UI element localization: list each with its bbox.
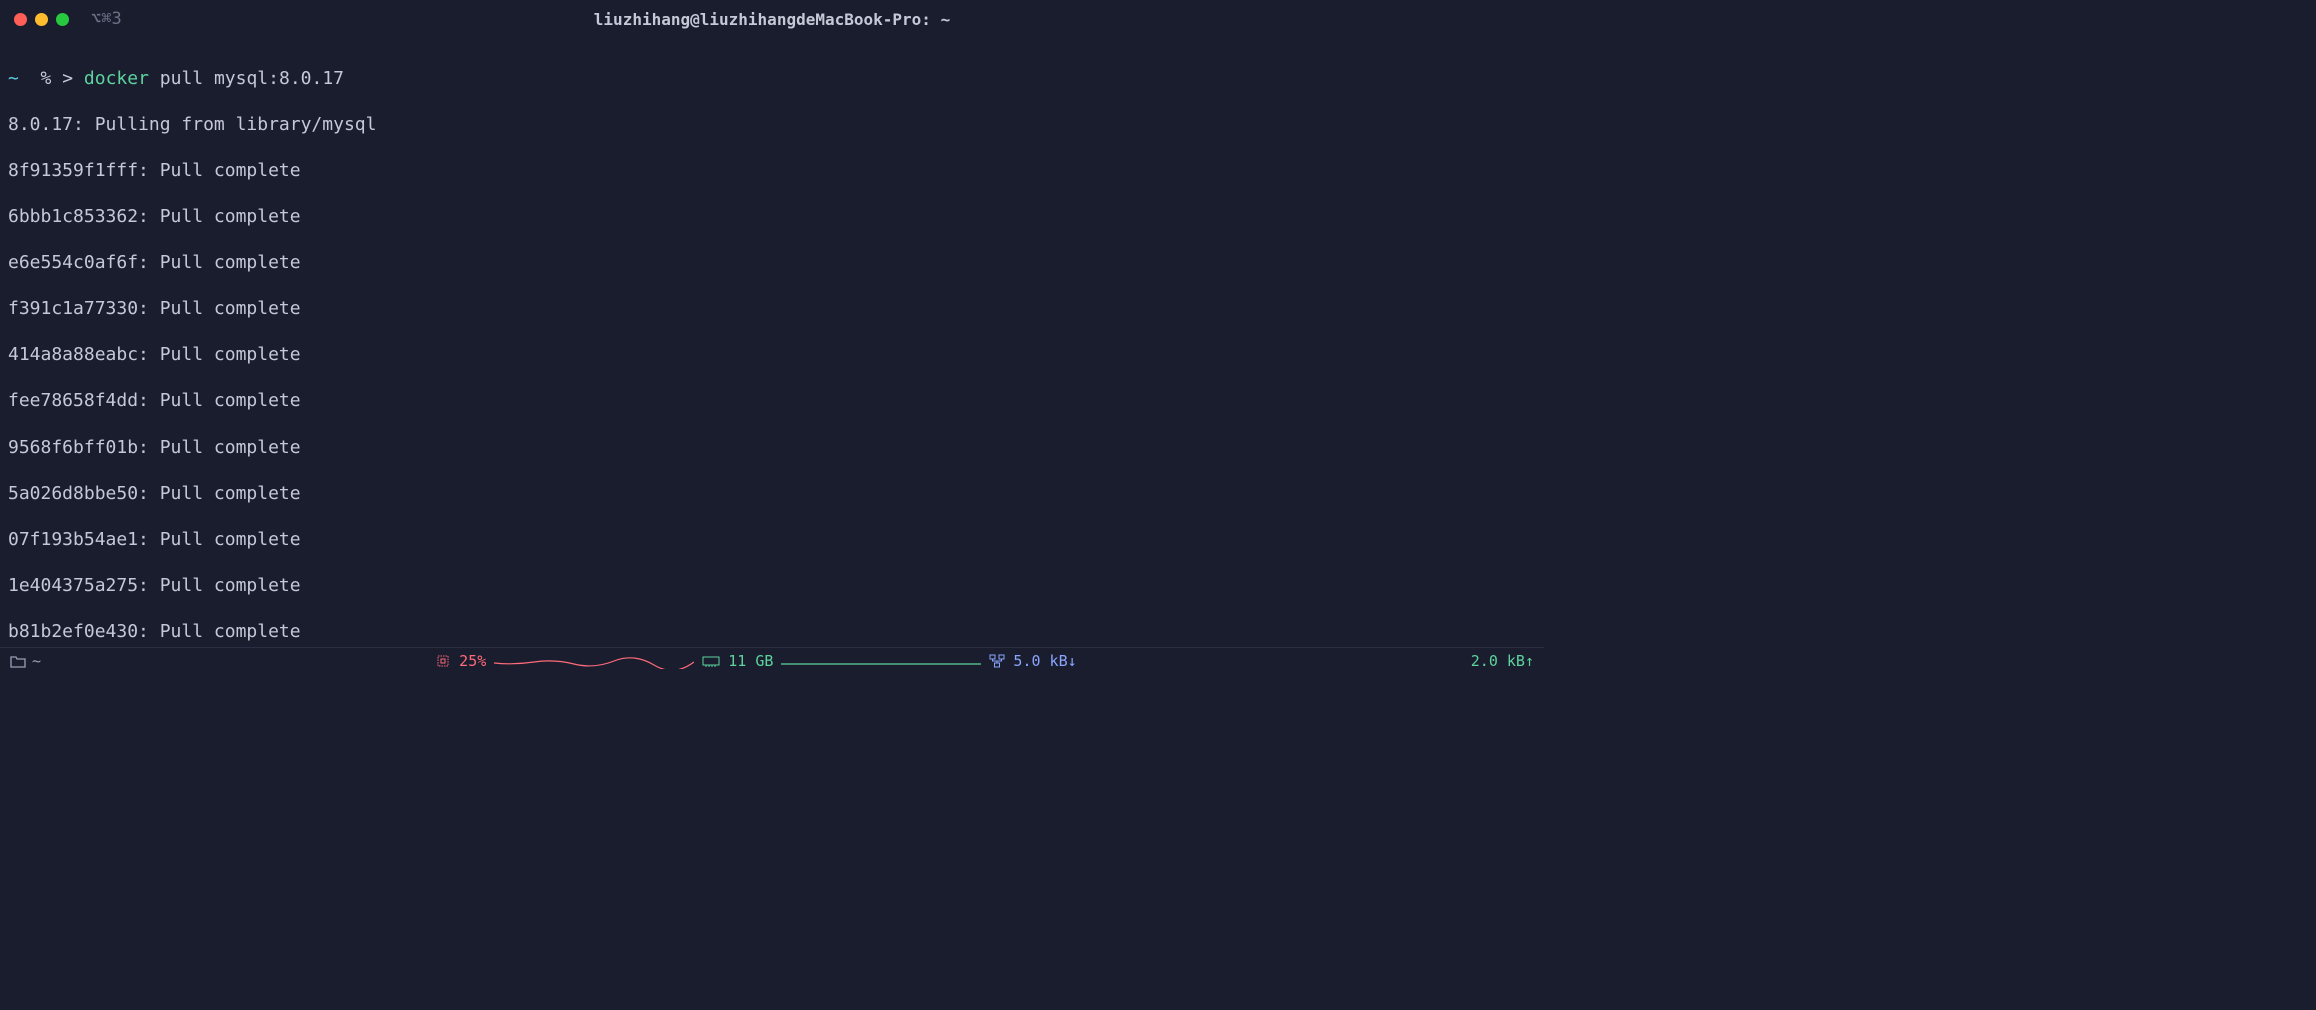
network-icon (989, 654, 1005, 668)
status-net-down: 5.0 kB↓ (1013, 652, 1076, 670)
memory-icon (702, 655, 720, 667)
output-line: e6e554c0af6f: Pull complete (8, 251, 1536, 274)
status-memory-value: 11 GB (728, 652, 773, 670)
status-cpu-value: 25% (459, 652, 486, 670)
cpu-sparkline (494, 653, 694, 669)
status-network-up: 2.0 kB↑ (1471, 652, 1534, 670)
close-button[interactable] (14, 13, 27, 26)
status-folder[interactable]: ~ (10, 652, 41, 670)
minimize-button[interactable] (35, 13, 48, 26)
status-folder-label: ~ (32, 652, 41, 670)
output-line: 8f91359f1fff: Pull complete (8, 159, 1536, 182)
command-docker: docker (84, 68, 149, 89)
status-network: 5.0 kB↓ (989, 652, 1076, 670)
output-line: 5a026d8bbe50: Pull complete (8, 482, 1536, 505)
window-title: liuzhihang@liuzhihangdeMacBook-Pro: ~ (594, 10, 950, 29)
folder-icon (10, 654, 26, 668)
cpu-icon (435, 653, 451, 669)
window-shortcut-indicator: ⌥⌘3 (91, 9, 122, 29)
status-cpu: 25% (435, 652, 694, 670)
maximize-button[interactable] (56, 13, 69, 26)
output-line: 07f193b54ae1: Pull complete (8, 528, 1536, 551)
prompt-line: ~ % > docker pull mysql:8.0.17 (8, 67, 1536, 90)
titlebar: ⌥⌘3 liuzhihang@liuzhihangdeMacBook-Pro: … (0, 0, 1544, 38)
output-line: b81b2ef0e430: Pull complete (8, 620, 1536, 643)
prompt-tilde: ~ (8, 68, 19, 89)
output-line: fee78658f4dd: Pull complete (8, 389, 1536, 412)
status-net-up: 2.0 kB↑ (1471, 652, 1534, 670)
output-line: 6bbb1c853362: Pull complete (8, 205, 1536, 228)
output-line: 1e404375a275: Pull complete (8, 574, 1536, 597)
terminal-output[interactable]: ~ % > docker pull mysql:8.0.17 8.0.17: P… (0, 38, 1544, 647)
memory-sparkline (781, 653, 981, 669)
command-args: pull mysql:8.0.17 (149, 68, 344, 89)
output-line: f391c1a77330: Pull complete (8, 297, 1536, 320)
output-line: 8.0.17: Pulling from library/mysql (8, 113, 1536, 136)
output-line: 9568f6bff01b: Pull complete (8, 436, 1536, 459)
output-line: 414a8a88eabc: Pull complete (8, 343, 1536, 366)
traffic-lights (14, 13, 69, 26)
status-memory: 11 GB (702, 652, 981, 670)
prompt-gt: > (62, 68, 73, 89)
statusbar: ~ 25% 11 GB 5.0 kB↓ 2.0 kB↑ (0, 647, 1544, 673)
prompt-percent: % (41, 68, 52, 89)
